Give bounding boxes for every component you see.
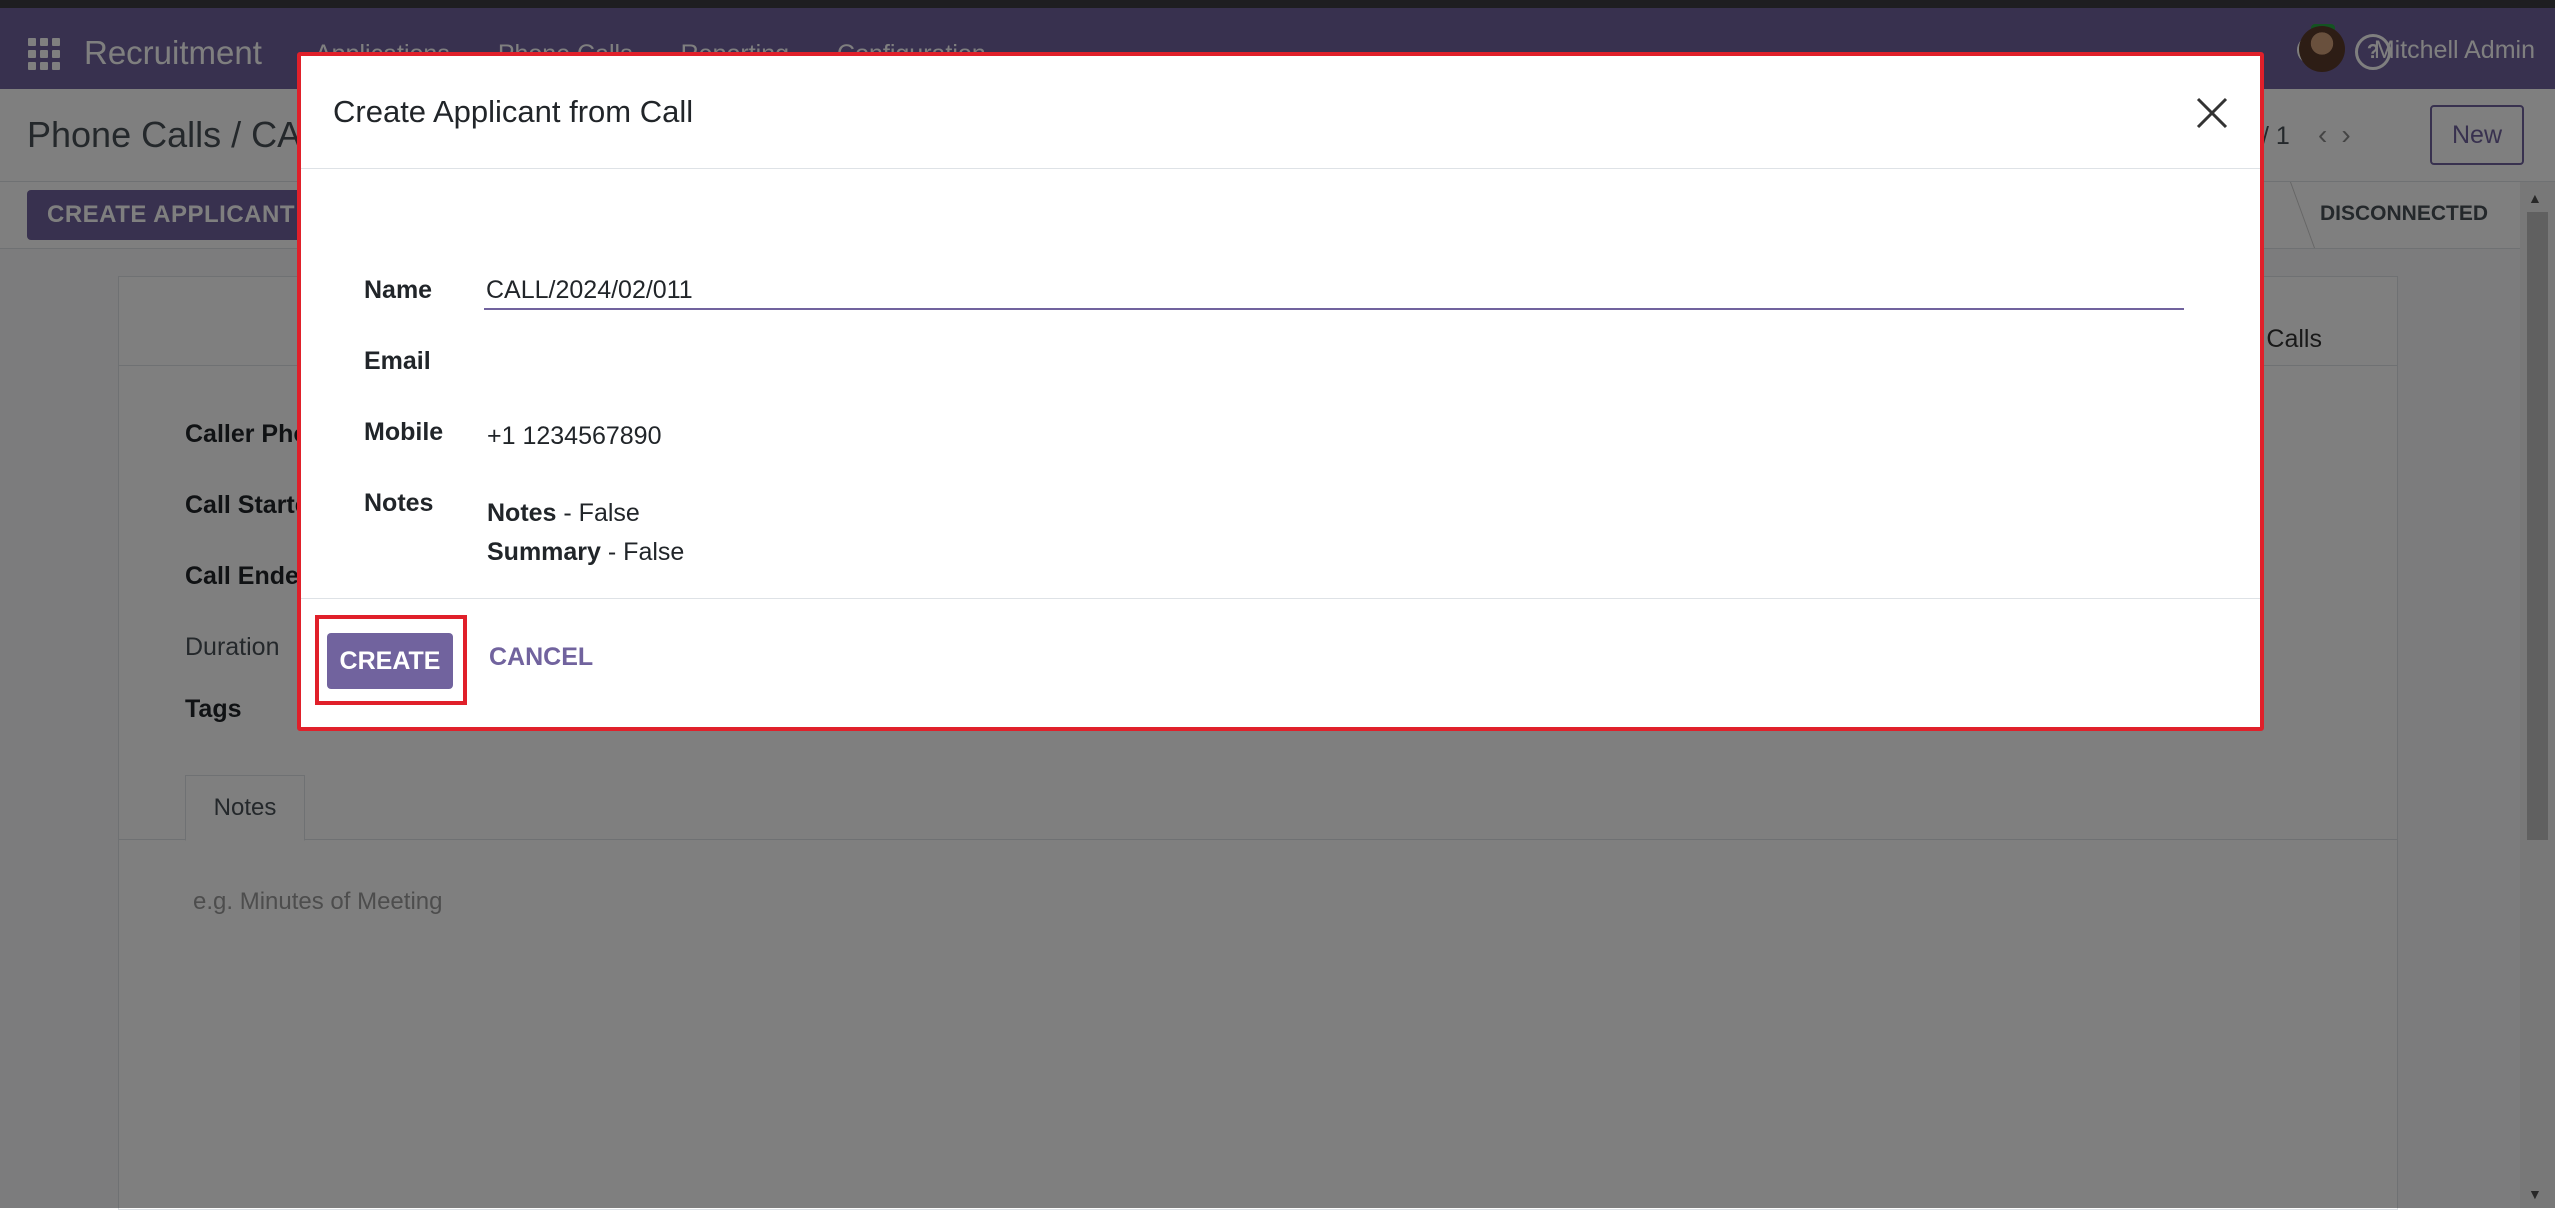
mobile-label: Mobile bbox=[364, 418, 444, 446]
dialog-header: Create Applicant from Call bbox=[301, 56, 2260, 169]
dialog-footer: CREATE CANCEL bbox=[301, 598, 2260, 728]
notes-line2-key: Summary bbox=[487, 538, 601, 566]
email-label: Email bbox=[364, 347, 431, 375]
mobile-field[interactable]: +1 1234567890 bbox=[487, 422, 662, 451]
dialog-body: Name Email Mobile +1 1234567890 Notes No… bbox=[301, 169, 2260, 597]
create-button[interactable]: CREATE bbox=[327, 633, 453, 689]
cancel-button[interactable]: CANCEL bbox=[489, 643, 593, 672]
create-applicant-dialog: Create Applicant from Call Name Email Mo… bbox=[297, 52, 2264, 731]
name-input[interactable] bbox=[484, 268, 2184, 310]
notes-label: Notes bbox=[364, 489, 434, 517]
name-label: Name bbox=[364, 276, 433, 304]
notes-line2-value: - False bbox=[600, 538, 685, 566]
close-icon[interactable] bbox=[2194, 95, 2230, 131]
dialog-title: Create Applicant from Call bbox=[333, 94, 694, 129]
notes-field[interactable]: Notes - False Summary - False bbox=[487, 494, 684, 572]
notes-line1-value: - False bbox=[556, 499, 640, 527]
notes-line1-key: Notes bbox=[487, 499, 557, 527]
create-button-highlight: CREATE bbox=[315, 615, 467, 705]
